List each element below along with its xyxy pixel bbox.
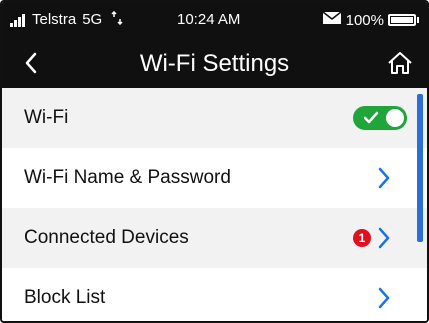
signal-strength-icon [10,13,26,27]
wifi-name-password-row-right [377,167,391,189]
app-header: Wi-Fi Settings [2,38,427,88]
battery-percent: 100% [345,11,384,29]
status-bar: Telstra 5G 10:24 AM 100% [2,2,427,38]
check-icon [363,111,379,124]
wifi-name-password-label: Wi-Fi Name & Password [24,167,231,188]
block-list-row[interactable]: Block List [2,268,427,321]
page-title: Wi-Fi Settings [139,50,290,77]
carrier-name: Telstra [32,11,77,28]
chevron-right-icon [378,227,390,249]
scrollbar[interactable] [417,94,423,242]
settings-list: Wi-Fi Wi-Fi Name & Password Connected De… [2,88,427,321]
status-right: 100% [322,11,419,29]
wifi-name-password-row[interactable]: Wi-Fi Name & Password [2,148,427,208]
toggle-knob [386,109,404,127]
home-button[interactable] [383,46,417,80]
battery-icon [388,14,419,26]
wifi-row[interactable]: Wi-Fi [2,88,427,148]
wifi-row-right [353,106,407,130]
wifi-label: Wi-Fi [24,107,69,128]
status-left: Telstra 5G [10,10,124,28]
block-list-row-right [377,287,391,309]
mail-icon [322,11,342,29]
home-icon [388,52,412,74]
chevron-right-icon [378,287,390,309]
connected-devices-row-right: 1 [353,227,391,249]
connected-devices-row[interactable]: Connected Devices 1 [2,208,427,268]
data-activity-icon [110,10,124,28]
status-time: 10:24 AM [177,11,241,28]
wifi-toggle[interactable] [353,106,407,130]
chevron-right-icon [378,167,390,189]
block-list-label: Block List [24,287,106,308]
connected-devices-label: Connected Devices [24,227,189,248]
notification-badge: 1 [353,229,371,247]
device-screen: Telstra 5G 10:24 AM 100% Wi-Fi Settings [0,0,429,323]
network-type: 5G [82,11,103,28]
